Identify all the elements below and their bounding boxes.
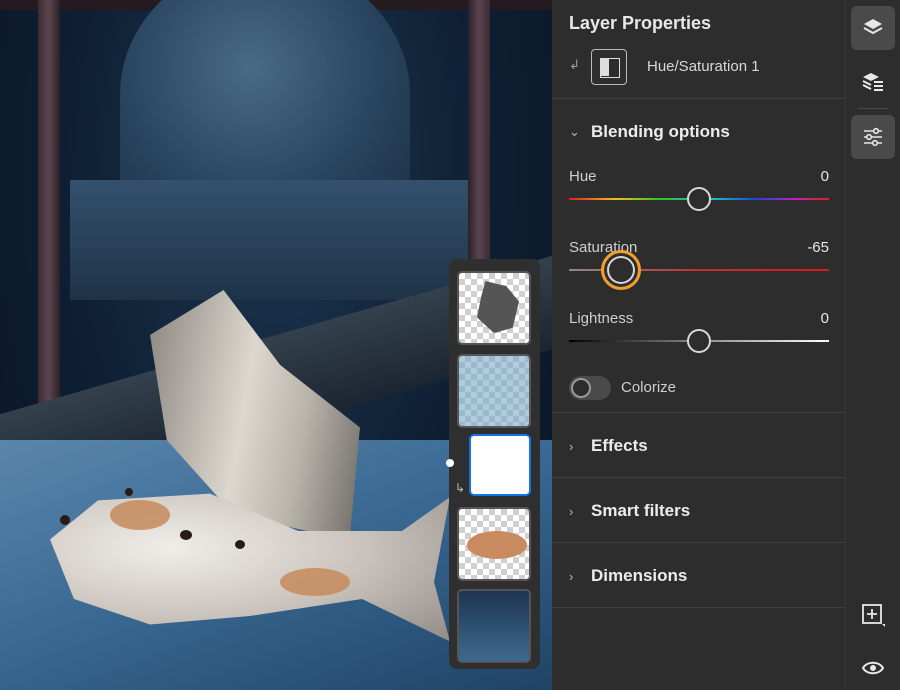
divider xyxy=(552,542,845,543)
smart-filters-header[interactable]: › Smart filters xyxy=(569,496,690,526)
active-layer-name: Hue/Saturation 1 xyxy=(647,58,760,75)
saturation-value[interactable]: -65 xyxy=(807,239,829,256)
layers-button[interactable] xyxy=(851,6,895,50)
fish-spot xyxy=(180,530,192,540)
hue-slider[interactable]: Hue 0 xyxy=(569,168,829,218)
hue-value[interactable]: 0 xyxy=(821,168,829,185)
divider xyxy=(552,477,845,478)
layer-thumb-background-scene[interactable] xyxy=(457,589,531,663)
layers-strip: ↳ xyxy=(449,259,540,669)
section-label: Smart filters xyxy=(591,501,690,521)
right-toolbar xyxy=(845,0,900,690)
lightness-value[interactable]: 0 xyxy=(821,310,829,327)
panel-title: Layer Properties xyxy=(569,13,711,34)
colorize-label: Colorize xyxy=(621,379,676,396)
divider xyxy=(552,98,845,99)
lightness-slider[interactable]: Lightness 0 xyxy=(569,310,829,360)
section-label: Blending options xyxy=(591,122,730,142)
section-label: Effects xyxy=(591,436,648,456)
clipping-mask-icon: ↳ xyxy=(455,481,465,495)
chevron-right-icon: › xyxy=(569,504,583,519)
lightness-label: Lightness xyxy=(569,310,633,327)
thumb-content xyxy=(459,356,531,428)
saturation-slider[interactable]: Saturation -65 xyxy=(569,239,829,289)
visibility-button[interactable] xyxy=(851,646,895,690)
document-canvas[interactable]: ↳ xyxy=(0,0,552,690)
properties-panel: Layer Properties ↲ Hue/Saturation 1 ⌄ Bl… xyxy=(552,0,845,690)
properties-button[interactable] xyxy=(851,115,895,159)
fish-spot xyxy=(110,500,170,530)
eye-visibility-icon xyxy=(862,660,884,676)
layers-icon xyxy=(862,17,884,39)
chevron-right-icon: › xyxy=(569,569,583,584)
fish-spot xyxy=(125,488,133,496)
fish-eye xyxy=(60,515,70,525)
toggle-knob xyxy=(571,378,591,398)
hue-label: Hue xyxy=(569,168,597,185)
chevron-right-icon: › xyxy=(569,439,583,454)
divider xyxy=(552,412,845,413)
add-layer-icon xyxy=(860,602,886,628)
layer-thumb-blue-sparkle[interactable] xyxy=(457,354,531,428)
colorize-toggle[interactable] xyxy=(569,376,611,400)
layer-thumb-hue-saturation-adjustment[interactable] xyxy=(469,434,531,496)
toolbar-separator xyxy=(858,108,888,109)
clipping-mask-icon: ↲ xyxy=(569,57,580,73)
thumb-content xyxy=(467,531,527,559)
thumb-content xyxy=(477,281,519,333)
city-buildings-image xyxy=(70,180,490,300)
lightness-slider-thumb[interactable] xyxy=(687,329,711,353)
active-layer-row[interactable]: ↲ Hue/Saturation 1 xyxy=(569,45,829,87)
selected-layer-indicator xyxy=(446,459,454,467)
layer-stack-add-button[interactable] xyxy=(851,60,895,104)
section-label: Dimensions xyxy=(591,566,687,586)
properties-sliders-icon xyxy=(862,126,884,148)
hue-slider-thumb[interactable] xyxy=(687,187,711,211)
divider xyxy=(552,607,845,608)
layer-stack-add-icon xyxy=(861,70,885,94)
layer-thumb-grunge-texture[interactable] xyxy=(457,271,531,345)
hue-saturation-adjustment-icon xyxy=(591,49,627,85)
blending-options-header[interactable]: ⌄ Blending options xyxy=(569,117,730,147)
dimensions-header[interactable]: › Dimensions xyxy=(569,561,687,591)
effects-header[interactable]: › Effects xyxy=(569,431,648,461)
fish-spot xyxy=(235,540,245,549)
fish-spot xyxy=(280,568,350,596)
chevron-down-icon: ⌄ xyxy=(569,124,583,140)
layer-thumb-koi-fish[interactable] xyxy=(457,507,531,581)
saturation-slider-thumb[interactable] xyxy=(601,250,641,290)
add-layer-button[interactable] xyxy=(851,593,895,637)
